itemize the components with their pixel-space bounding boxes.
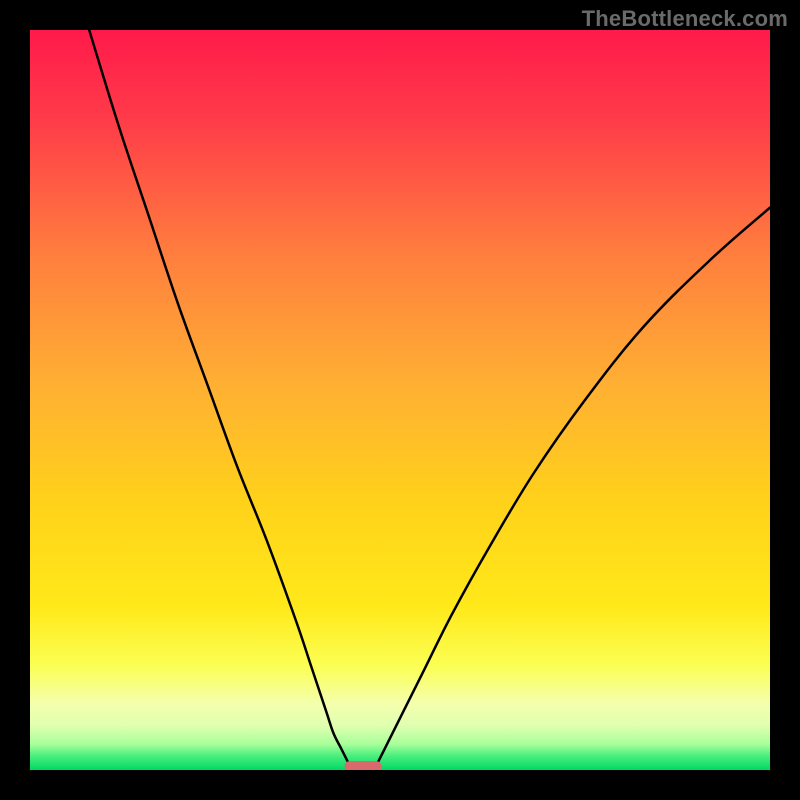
- watermark-text: TheBottleneck.com: [582, 6, 788, 32]
- plot-area: [30, 30, 770, 770]
- minimum-marker: [345, 761, 382, 770]
- chart-frame: TheBottleneck.com: [0, 0, 800, 800]
- gradient-background: [30, 30, 770, 770]
